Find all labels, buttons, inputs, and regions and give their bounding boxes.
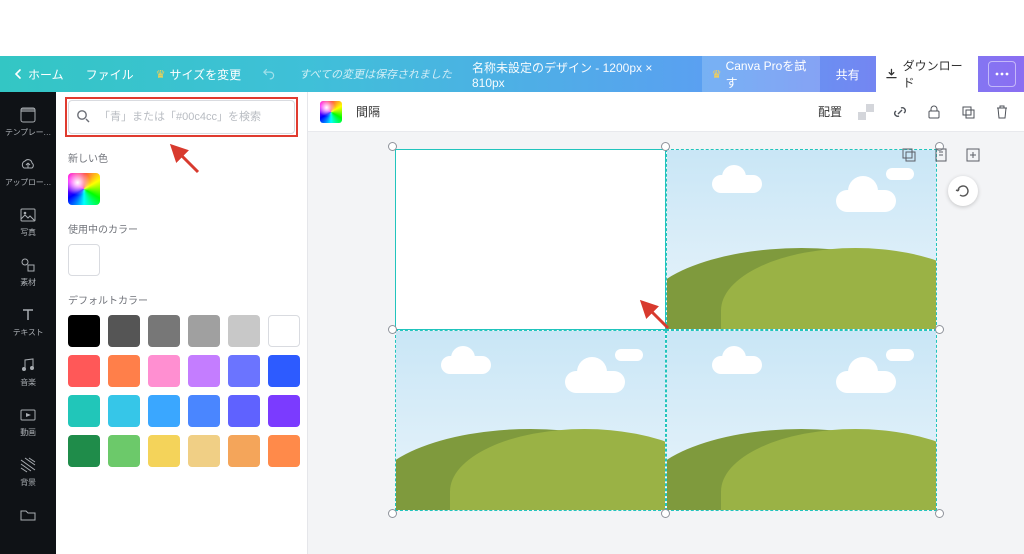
template-icon: [19, 106, 37, 124]
video-icon: [19, 406, 37, 424]
default-color-swatch[interactable]: [68, 315, 100, 347]
more-icon: [995, 72, 1009, 76]
used-color-swatch[interactable]: [68, 244, 100, 276]
rail-folder[interactable]: フォルダー: [0, 498, 56, 546]
grid-cell-3[interactable]: [396, 331, 665, 510]
default-color-swatch[interactable]: [148, 395, 180, 427]
canvas-toolbar: 間隔 配置: [308, 92, 1024, 132]
rail-template[interactable]: テンプレー…: [0, 98, 56, 146]
used-colors-label: 使用中のカラー: [68, 221, 295, 236]
new-color-swatch[interactable]: [68, 173, 100, 205]
default-color-swatch[interactable]: [228, 435, 260, 467]
link-icon[interactable]: [890, 102, 910, 122]
default-color-swatch[interactable]: [188, 315, 220, 347]
music-icon: [19, 356, 37, 374]
transparency-icon[interactable]: [856, 102, 876, 122]
try-pro-button[interactable]: ♛ Canva Proを試す: [702, 53, 820, 95]
spacing-button[interactable]: 間隔: [356, 103, 380, 120]
default-color-swatch[interactable]: [268, 435, 300, 467]
default-color-swatch[interactable]: [188, 435, 220, 467]
grid-cell-2[interactable]: [667, 150, 936, 329]
canvas-area: 間隔 配置: [308, 92, 1024, 554]
file-menu[interactable]: ファイル: [80, 62, 140, 87]
grid-cell-1[interactable]: [396, 150, 665, 329]
default-color-swatch[interactable]: [68, 355, 100, 387]
share-button[interactable]: 共有: [830, 62, 866, 87]
download-icon: [886, 68, 897, 80]
position-button[interactable]: 配置: [818, 103, 842, 120]
rail-photo[interactable]: 写真: [0, 198, 56, 246]
default-color-swatch[interactable]: [268, 315, 300, 347]
default-color-swatch[interactable]: [108, 315, 140, 347]
rotate-icon: [955, 183, 971, 199]
side-rail: テンプレー… アップロー… 写真 素材 テキスト 音楽 動画 背景: [0, 92, 56, 554]
main-toolbar: ホーム ファイル ♛ サイズを変更 すべての変更は保存されました 名称未設定のデ…: [0, 56, 1024, 92]
rail-video[interactable]: 動画: [0, 398, 56, 446]
default-color-swatch[interactable]: [228, 395, 260, 427]
folder-icon: [19, 506, 37, 524]
color-panel: 新しい色 使用中のカラー デフォルトカラー: [56, 92, 308, 554]
lock-icon[interactable]: [924, 102, 944, 122]
fill-color-button[interactable]: [320, 101, 342, 123]
text-icon: [19, 306, 37, 324]
undo-button[interactable]: [257, 63, 283, 85]
trash-icon[interactable]: [992, 102, 1012, 122]
default-color-swatch[interactable]: [228, 355, 260, 387]
design-title[interactable]: 名称未設定のデザイン - 1200px × 810px: [472, 59, 671, 90]
duplicate-icon[interactable]: [958, 102, 978, 122]
default-color-swatch[interactable]: [148, 355, 180, 387]
default-colors-label: デフォルトカラー: [68, 292, 295, 307]
download-button[interactable]: ダウンロード: [876, 52, 979, 96]
default-color-swatch[interactable]: [268, 395, 300, 427]
rail-text[interactable]: テキスト: [0, 298, 56, 346]
crown-icon: ♛: [156, 68, 166, 81]
default-color-swatch[interactable]: [108, 395, 140, 427]
search-icon: [76, 109, 90, 128]
grid-cell-4[interactable]: [667, 331, 936, 510]
default-color-swatch[interactable]: [148, 435, 180, 467]
default-color-swatch[interactable]: [188, 395, 220, 427]
photo-icon: [19, 206, 37, 224]
rail-music[interactable]: 音楽: [0, 348, 56, 396]
default-color-swatch[interactable]: [148, 315, 180, 347]
resize-button[interactable]: ♛ サイズを変更: [150, 62, 248, 87]
rail-element[interactable]: 素材: [0, 248, 56, 296]
default-color-swatch[interactable]: [228, 315, 260, 347]
default-color-swatch[interactable]: [108, 355, 140, 387]
color-search-input[interactable]: [68, 100, 295, 134]
page-duplicate-icon[interactable]: [898, 144, 920, 166]
rotate-button[interactable]: [948, 176, 978, 206]
page-copy-icon[interactable]: [930, 144, 952, 166]
background-icon: [19, 456, 37, 474]
rail-background[interactable]: 背景: [0, 448, 56, 496]
artboard[interactable]: [396, 150, 936, 510]
default-color-swatch[interactable]: [108, 435, 140, 467]
default-color-swatch[interactable]: [268, 355, 300, 387]
more-button[interactable]: [988, 61, 1016, 87]
crown-icon: ♛: [712, 68, 722, 81]
default-color-swatch[interactable]: [188, 355, 220, 387]
default-color-swatch[interactable]: [68, 435, 100, 467]
undo-icon: [263, 67, 277, 81]
rail-upload[interactable]: アップロー…: [0, 148, 56, 196]
chevron-left-icon: [14, 69, 24, 79]
home-button[interactable]: ホーム: [8, 62, 70, 87]
page-add-icon[interactable]: [962, 144, 984, 166]
upload-icon: [19, 156, 37, 174]
element-icon: [19, 256, 37, 274]
new-color-label: 新しい色: [68, 150, 295, 165]
save-status: すべての変更は保存されました: [299, 66, 452, 82]
default-color-swatch[interactable]: [68, 395, 100, 427]
